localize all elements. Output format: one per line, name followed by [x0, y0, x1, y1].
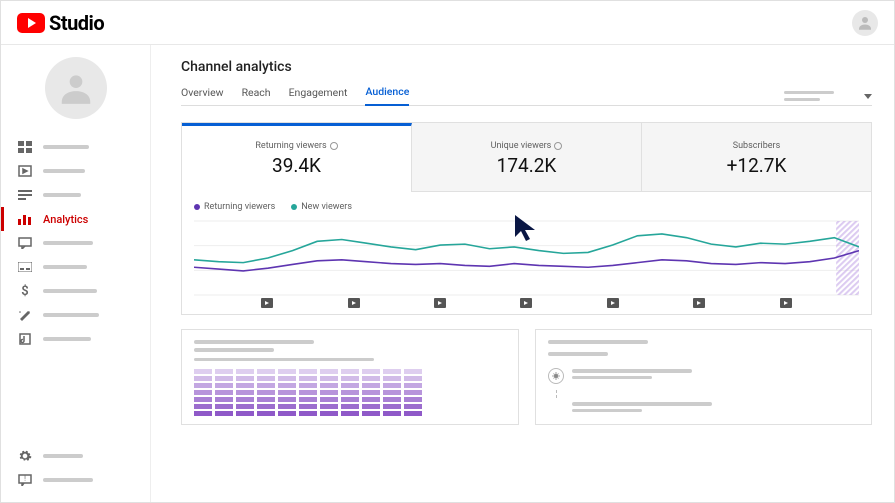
- comments-icon: [17, 237, 33, 249]
- card-title-placeholder: [194, 340, 314, 344]
- card-text-placeholder: [194, 358, 374, 361]
- sidebar-item-feedback[interactable]: !: [1, 468, 150, 492]
- svg-text:!: !: [24, 475, 26, 483]
- page-title: Channel analytics: [181, 59, 872, 75]
- channel-avatar[interactable]: [45, 57, 107, 119]
- video-marker-icon[interactable]: [693, 298, 705, 308]
- chart-legend: Returning viewers New viewers: [194, 202, 859, 212]
- sidebar-label-placeholder: [43, 313, 99, 317]
- sidebar-item-analytics[interactable]: Analytics: [1, 207, 150, 231]
- tab-overview[interactable]: Overview: [181, 86, 224, 105]
- video-marker-icon[interactable]: [780, 298, 792, 308]
- app-name: Studio: [49, 11, 104, 35]
- sidebar-item-content[interactable]: [1, 159, 150, 183]
- kpi-label: Returning viewers: [255, 141, 326, 151]
- video-marker-icon[interactable]: [607, 298, 619, 308]
- info-icon[interactable]: [554, 142, 562, 150]
- sidebar-label-placeholder: [43, 169, 85, 173]
- tab-audience[interactable]: Audience: [365, 85, 409, 106]
- sidebar-item-subtitles[interactable]: [1, 255, 150, 279]
- kpi-value: 174.2K: [412, 154, 641, 177]
- legend-returning: Returning viewers: [194, 202, 275, 212]
- cursor-icon: [513, 213, 539, 243]
- sidebar-item-label: Analytics: [43, 213, 88, 226]
- dashboard-icon: [17, 141, 33, 153]
- kpi-label: Subscribers: [733, 141, 780, 151]
- sidebar: Analytics $ !: [1, 45, 151, 502]
- card-top-content[interactable]: [535, 329, 873, 425]
- subtitles-icon: [17, 261, 33, 273]
- content-icon: [17, 165, 33, 177]
- bug-icon: [548, 368, 564, 384]
- wand-icon: [17, 309, 33, 321]
- tab-reach[interactable]: Reach: [242, 86, 271, 105]
- sidebar-label-placeholder: [43, 454, 83, 458]
- legend-dot-icon: [194, 204, 200, 210]
- sidebar-label-placeholder: [43, 265, 87, 269]
- sidebar-label-placeholder: [43, 241, 93, 245]
- card-title-placeholder: [548, 340, 648, 344]
- account-avatar[interactable]: [852, 10, 878, 36]
- card-watch-time[interactable]: [181, 329, 519, 425]
- info-icon[interactable]: [330, 142, 338, 150]
- kpi-tab-returning-viewers[interactable]: Returning viewers 39.4K: [182, 123, 412, 192]
- sidebar-label-placeholder: [43, 193, 81, 197]
- sidebar-label-placeholder: [43, 478, 93, 482]
- audio-icon: [17, 333, 33, 345]
- list-item: [548, 368, 860, 384]
- kpi-value: +12.7K: [642, 154, 871, 177]
- list-item: [548, 402, 860, 416]
- youtube-icon: [17, 13, 45, 33]
- sidebar-label-placeholder: [43, 145, 89, 149]
- sidebar-label-placeholder: [43, 337, 91, 341]
- video-markers: [194, 298, 859, 308]
- sidebar-label-placeholder: [43, 289, 97, 293]
- topbar: Studio: [1, 1, 894, 45]
- video-marker-icon[interactable]: [261, 298, 273, 308]
- card-subtitle-placeholder: [548, 352, 608, 356]
- kpi-label: Unique viewers: [491, 141, 552, 151]
- sidebar-item-comments[interactable]: [1, 231, 150, 255]
- logo[interactable]: Studio: [17, 11, 104, 35]
- heatmap-chart: [194, 369, 506, 416]
- card-subtitle-placeholder: [194, 348, 274, 352]
- sidebar-item-dashboard[interactable]: [1, 135, 150, 159]
- legend-new: New viewers: [291, 202, 352, 212]
- chevron-down-icon: [864, 94, 872, 99]
- video-marker-icon[interactable]: [348, 298, 360, 308]
- gear-icon: [17, 450, 33, 462]
- sidebar-item-audio[interactable]: [1, 327, 150, 351]
- dollar-icon: $: [17, 285, 33, 297]
- kpi-tab-subscribers[interactable]: Subscribers +12.7K: [642, 123, 871, 192]
- legend-dot-icon: [291, 204, 297, 210]
- playlist-icon: [17, 189, 33, 201]
- sidebar-item-settings[interactable]: [1, 444, 150, 468]
- date-range-picker[interactable]: [784, 91, 872, 105]
- video-marker-icon[interactable]: [434, 298, 446, 308]
- kpi-tab-unique-viewers[interactable]: Unique viewers 174.2K: [412, 123, 642, 192]
- tab-bar: Overview Reach Engagement Audience: [181, 85, 872, 106]
- sidebar-item-playlists[interactable]: [1, 183, 150, 207]
- analytics-icon: [17, 213, 33, 225]
- sidebar-item-customization[interactable]: [1, 303, 150, 327]
- video-marker-icon[interactable]: [520, 298, 532, 308]
- tab-engagement[interactable]: Engagement: [289, 86, 348, 105]
- chart-area: Returning viewers New viewers: [182, 192, 871, 314]
- sidebar-item-monetization[interactable]: $: [1, 279, 150, 303]
- main-content: Channel analytics Overview Reach Engagem…: [151, 45, 894, 502]
- feedback-icon: !: [17, 474, 33, 486]
- kpi-value: 39.4K: [182, 154, 411, 177]
